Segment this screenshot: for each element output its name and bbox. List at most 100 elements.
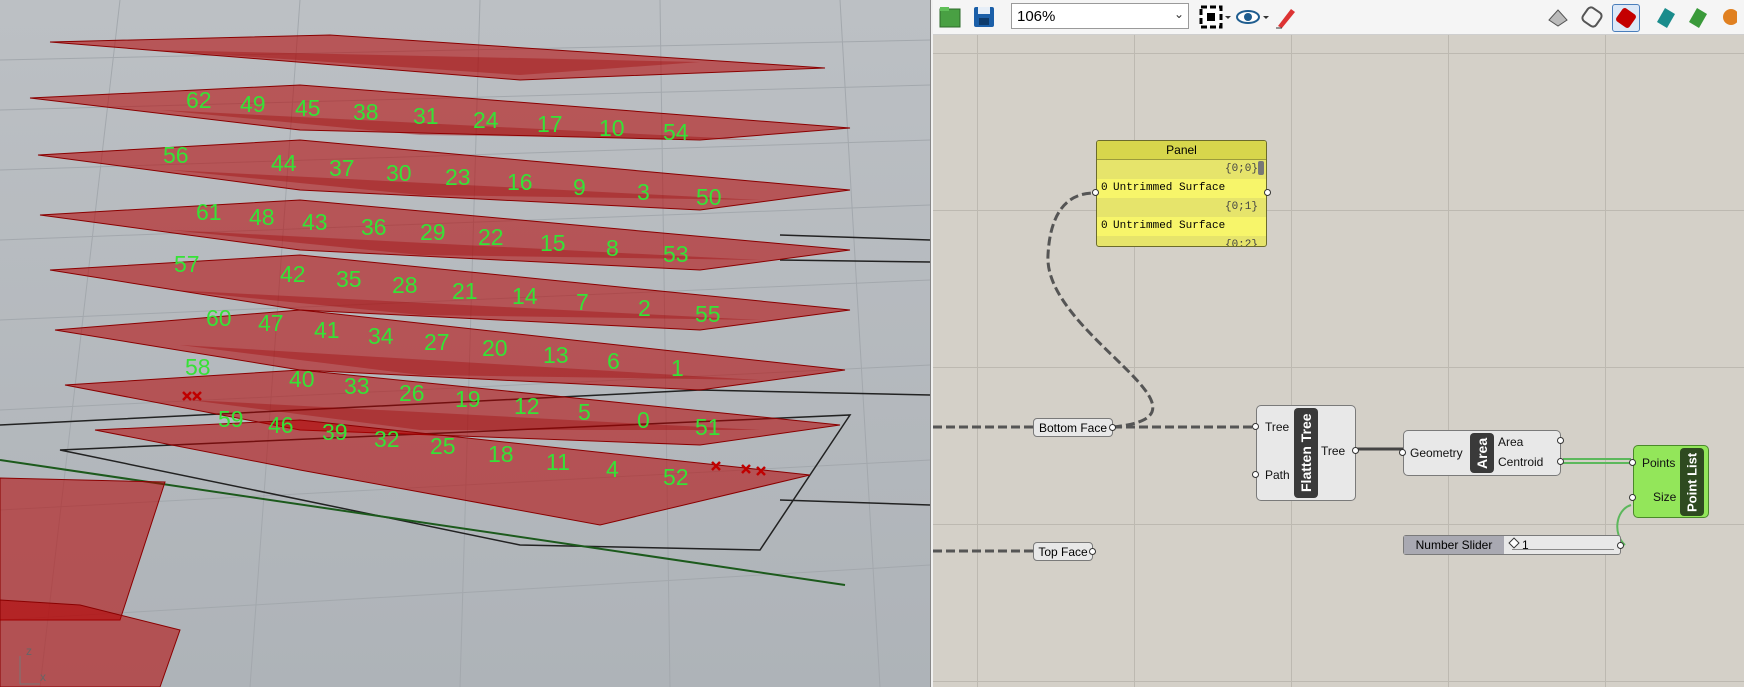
point-label: 14 — [512, 283, 538, 309]
flatten-output-tree: Tree — [1321, 444, 1346, 458]
centroid-output-grip[interactable] — [1557, 458, 1564, 465]
sketch-pen-icon[interactable] — [1273, 4, 1299, 30]
preview-dropdown-icon[interactable] — [1261, 4, 1271, 30]
zoom-extents-icon[interactable] — [1198, 4, 1224, 30]
point-label: 47 — [258, 310, 284, 336]
panel-scrollbar[interactable] — [1258, 161, 1264, 175]
number-slider-output-grip[interactable] — [1617, 542, 1624, 549]
point-label: 46 — [268, 412, 294, 438]
point-label: 38 — [353, 99, 379, 125]
point-list-points-grip[interactable] — [1629, 459, 1636, 466]
point-list-input-points: Points — [1642, 456, 1676, 470]
point-label: 16 — [507, 169, 533, 195]
area-component[interactable]: Geometry Area Centroid Area — [1403, 430, 1561, 476]
grasshopper-canvas[interactable]: Panel {0;0} 0 Untrimmed Surface {0;1} 0 Un… — [933, 35, 1744, 687]
point-label: 1 — [671, 355, 684, 381]
point-label: 18 — [488, 441, 514, 467]
area-output-centroid: Centroid — [1498, 455, 1544, 469]
point-label: 8 — [606, 235, 619, 261]
grasshopper-toolbar: 106% ⌄ — [933, 0, 1744, 35]
viewport-scene — [0, 0, 930, 687]
panel-component[interactable]: Panel {0;0} 0 Untrimmed Surface {0;1} 0 Un… — [1096, 140, 1267, 247]
bake-selected-icon[interactable] — [1685, 4, 1711, 30]
panel-item: 0 Untrimmed Surface — [1097, 217, 1266, 236]
top-face-output-grip[interactable] — [1089, 548, 1096, 555]
point-label: 26 — [399, 380, 425, 406]
point-label: 48 — [249, 204, 275, 230]
point-label: 37 — [329, 155, 355, 181]
flatten-input-path: Path — [1265, 468, 1290, 482]
wire-layer — [933, 191, 1632, 553]
point-label: 4 — [606, 456, 619, 482]
zoom-extents-dropdown-icon[interactable] — [1223, 4, 1233, 30]
flatten-path-input-grip[interactable] — [1252, 471, 1259, 478]
panel-path: {0;2} — [1224, 239, 1258, 247]
panel-item: 0 Untrimmed Surface — [1097, 179, 1266, 198]
more-tools-icon[interactable] — [1717, 4, 1739, 30]
bake-icon[interactable] — [1653, 4, 1679, 30]
point-label: 61 — [196, 199, 222, 225]
selected-wires — [1563, 458, 1632, 546]
save-file-icon[interactable] — [971, 4, 997, 30]
area-tag: Area — [1470, 433, 1494, 473]
panel-item-text: Untrimmed Surface — [1113, 182, 1226, 194]
point-label: 30 — [386, 160, 412, 186]
no-preview-icon[interactable] — [1545, 4, 1571, 30]
chevron-down-icon: ⌄ — [1173, 7, 1184, 21]
point-list-size-grip[interactable] — [1629, 494, 1636, 501]
number-slider-label: Number Slider — [1404, 536, 1504, 554]
point-label: 40 — [289, 366, 315, 392]
point-label: 25 — [430, 433, 456, 459]
area-output-grip[interactable] — [1557, 437, 1564, 444]
panel-item-text: Untrimmed Surface — [1113, 220, 1226, 232]
shaded-preview-icon[interactable] — [1612, 4, 1640, 32]
point-label: 62 — [186, 87, 212, 113]
area-input-grip[interactable] — [1399, 449, 1406, 456]
point-label: 32 — [374, 426, 400, 452]
point-label: 45 — [295, 95, 321, 121]
point-label: 31 — [413, 103, 439, 129]
point-label: 53 — [663, 241, 689, 267]
open-file-icon[interactable] — [937, 4, 963, 30]
point-label: 41 — [314, 317, 340, 343]
point-label: 12 — [514, 393, 540, 419]
point-label: 55 — [695, 301, 721, 327]
axis-gizmo-icon — [19, 656, 40, 685]
point-label: 29 — [420, 219, 446, 245]
wireframe-preview-icon[interactable] — [1579, 4, 1605, 30]
zoom-level-value: 106% — [1017, 8, 1056, 25]
point-label: 58 — [185, 354, 211, 380]
point-label: 50 — [696, 184, 722, 210]
rhino-viewport[interactable]: 62 49 45 38 31 24 17 10 54 56 44 37 30 2… — [0, 0, 930, 687]
point-label: 44 — [271, 150, 297, 176]
point-label: 28 — [392, 272, 418, 298]
point-label: 15 — [540, 230, 566, 256]
number-slider-component[interactable]: Number Slider 1 — [1403, 535, 1621, 555]
panel-item-index: 0 — [1101, 182, 1108, 194]
flatten-output-grip[interactable] — [1352, 447, 1359, 454]
point-label: 6 — [607, 348, 620, 374]
point-list-component[interactable]: Points Size Point List — [1633, 445, 1709, 518]
panel-path: {0;0} — [1224, 163, 1258, 175]
flatten-input-tree: Tree — [1265, 420, 1290, 434]
preview-eye-icon[interactable] — [1235, 4, 1261, 30]
point-label: 36 — [361, 214, 387, 240]
bottom-face-param[interactable]: Bottom Face — [1033, 418, 1113, 437]
point-label: 57 — [174, 251, 200, 277]
top-face-param[interactable]: Top Face — [1033, 542, 1093, 561]
point-label: 49 — [240, 91, 266, 117]
point-label: 33 — [344, 373, 370, 399]
point-label: 2 — [638, 295, 651, 321]
flatten-tree-component[interactable]: Tree Path Tree Flatten Tree — [1256, 405, 1356, 501]
bottom-face-output-grip[interactable] — [1109, 424, 1116, 431]
point-label: 17 — [537, 111, 563, 137]
flatten-tree-input-grip[interactable] — [1252, 423, 1259, 430]
panel-input-grip[interactable] — [1092, 189, 1099, 196]
point-label: 43 — [302, 209, 328, 235]
point-label: 5 — [578, 399, 591, 425]
point-label: 10 — [599, 115, 625, 141]
panel-output-grip[interactable] — [1264, 189, 1271, 196]
point-label: 39 — [322, 419, 348, 445]
zoom-level-select[interactable]: 106% ⌄ — [1011, 3, 1189, 29]
point-label: 9 — [573, 174, 586, 200]
